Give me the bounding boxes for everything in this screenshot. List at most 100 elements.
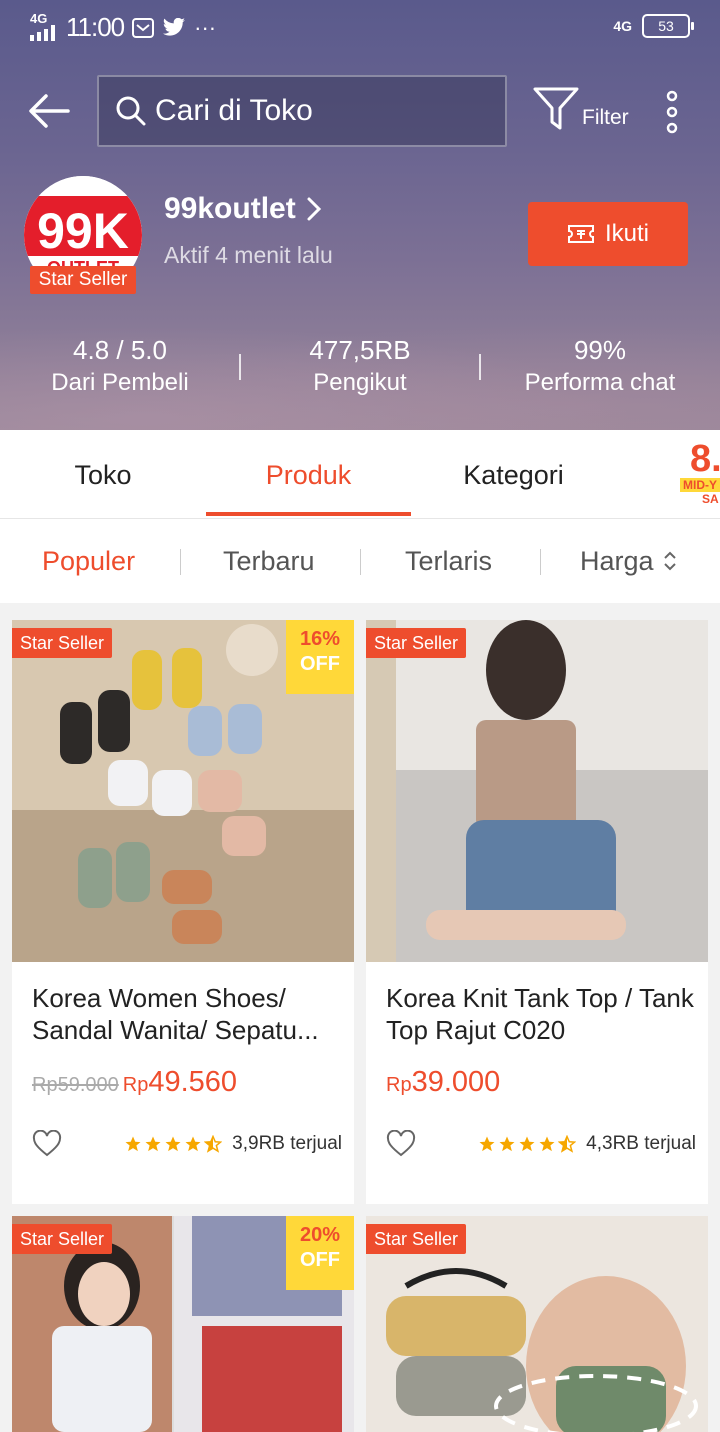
sold-count: 3,9RB terjual [232, 1133, 342, 1154]
sort-bar: Populer Terbaru Terlaris Harga [0, 519, 720, 603]
sort-terbaru[interactable]: Terbaru [223, 519, 315, 603]
product-meta: 4,3RB terjual [386, 1126, 696, 1162]
tab-kategori[interactable]: Kategori [411, 430, 616, 518]
back-arrow-icon[interactable] [24, 86, 74, 136]
product-image[interactable]: Star Seller 16% OFF [12, 620, 354, 962]
stat-label: Dari Pembeli [51, 369, 189, 396]
twitter-icon [163, 17, 186, 36]
shop-name-link[interactable]: 99koutlet [164, 192, 322, 226]
product-image[interactable]: Star Seller 20% OFF [12, 1216, 354, 1432]
stat-chat-performance: 99% Performa chat [480, 334, 720, 400]
more-notifications: ··· [194, 14, 217, 40]
ticket-icon [567, 225, 594, 243]
tab-toko[interactable]: Toko [0, 430, 206, 518]
price-currency: Rp [386, 1074, 412, 1096]
status-bar: 4G 11:00 ··· 4G 53 [0, 0, 720, 52]
promo-banner[interactable]: 8. MID-Y SA [680, 440, 720, 510]
promo-label: MID-Y [680, 478, 720, 492]
sort-harga[interactable]: Harga [580, 519, 678, 603]
sort-terlaris[interactable]: Terlaris [405, 519, 492, 603]
sort-arrows-icon [663, 551, 676, 571]
stat-value: 4.8 / 5.0 [73, 335, 167, 365]
network-type: 4G [30, 10, 48, 26]
star-icon [204, 1135, 223, 1153]
last-active: Aktif 4 menit lalu [164, 242, 333, 268]
chevron-right-icon [307, 197, 321, 221]
search-icon [116, 96, 146, 126]
product-meta: 3,9RB terjual [32, 1126, 342, 1162]
tab-produk[interactable]: Produk [206, 430, 411, 518]
star-icon [539, 1136, 555, 1152]
heart-icon[interactable] [32, 1130, 62, 1158]
discount-label: OFF [300, 653, 340, 675]
filter-button[interactable]: Filter [532, 86, 629, 132]
more-options-icon[interactable] [664, 90, 680, 134]
discount-label: OFF [300, 1249, 340, 1271]
star-icon [165, 1136, 181, 1152]
product-image[interactable]: Star Seller [366, 1216, 708, 1432]
discount-badge: 16% OFF [286, 620, 354, 694]
filter-label: Filter [582, 106, 629, 129]
svg-text:99K: 99K [37, 203, 129, 259]
promo-number: 8. [690, 440, 720, 480]
stat-label: Pengikut [313, 369, 407, 396]
product-image[interactable]: Star Seller [366, 620, 708, 962]
follow-button[interactable]: Ikuti [528, 202, 688, 266]
discount-percent: 20% [299, 1224, 341, 1246]
star-icon [185, 1136, 201, 1152]
sort-populer[interactable]: Populer [42, 519, 135, 603]
star-icon [479, 1136, 495, 1152]
product-card[interactable]: Star Seller 16% OFF Korea Women Shoes/ S… [12, 620, 354, 1204]
star-icon [145, 1136, 161, 1152]
rating-stars [124, 1135, 223, 1153]
stat-value: 99% [573, 335, 627, 365]
heart-icon[interactable] [386, 1130, 416, 1158]
follow-label: Ikuti [604, 220, 649, 247]
original-price: Rp59.000 [32, 1074, 119, 1096]
rating-stars [478, 1135, 577, 1153]
search-placeholder: Cari di Toko [155, 94, 313, 127]
star-seller-badge: Star Seller [366, 1224, 467, 1254]
stat-label: Performa chat [524, 369, 676, 396]
battery-icon: 53 [642, 14, 694, 38]
clock: 11:00 [66, 12, 125, 42]
star-seller-badge: Star Seller [12, 1224, 113, 1254]
shop-name: 99koutlet [164, 192, 296, 225]
star-seller-badge: Star Seller [366, 628, 467, 658]
stat-followers: 477,5RB Pengikut [240, 334, 480, 400]
sort-divider [360, 549, 361, 575]
price-row: Rp59.000 Rp 49.560 [32, 1066, 237, 1099]
sort-divider [180, 549, 181, 575]
price-currency: Rp [122, 1074, 149, 1096]
filter-icon [533, 87, 579, 130]
star-seller-badge: Star Seller [30, 266, 136, 294]
shop-stats: 4.8 / 5.0 Dari Pembeli 477,5RB Pengikut … [0, 334, 720, 404]
discount-badge: 20% OFF [286, 1216, 354, 1290]
product-title[interactable]: Korea Women Shoes/ Sandal Wanita/ Sepatu… [32, 982, 342, 1046]
promo-sub: SA [702, 492, 719, 506]
battery-level: 53 [658, 18, 674, 34]
star-icon [499, 1136, 515, 1152]
star-icon [558, 1135, 577, 1153]
shop-tabs: Toko Produk Kategori [0, 430, 720, 519]
sort-divider [540, 549, 541, 575]
price-row: Rp 39.000 [386, 1066, 500, 1099]
star-icon [125, 1136, 141, 1152]
message-icon [132, 17, 155, 38]
shop-header: 4G 11:00 ··· 4G 53 Cari di Toko Filter 9… [0, 0, 720, 430]
network-indicator: 4G [613, 18, 632, 34]
product-title[interactable]: Korea Knit Tank Top / Tank Top Rajut C02… [386, 982, 696, 1046]
star-seller-badge: Star Seller [12, 628, 113, 658]
product-card[interactable]: Star Seller [366, 1216, 708, 1432]
stat-value: 477,5RB [309, 335, 411, 365]
star-icon [519, 1136, 535, 1152]
current-price: 49.560 [148, 1066, 238, 1098]
product-card[interactable]: Star Seller Korea Knit Tank Top / Tank T… [366, 620, 708, 1204]
product-card[interactable]: Star Seller 20% OFF [12, 1216, 354, 1432]
sort-harga-label: Harga [580, 546, 654, 576]
discount-percent: 16% [299, 628, 341, 650]
stat-rating: 4.8 / 5.0 Dari Pembeli [0, 334, 240, 400]
active-tab-indicator [206, 512, 411, 516]
sold-count: 4,3RB terjual [586, 1133, 696, 1154]
search-input[interactable]: Cari di Toko [97, 75, 507, 147]
